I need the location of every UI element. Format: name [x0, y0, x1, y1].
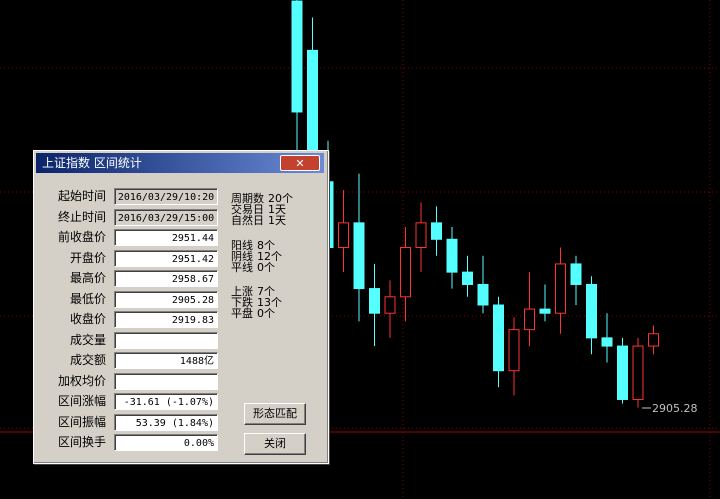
candle — [353, 173, 365, 322]
field-value[interactable]: 2951.42 — [114, 249, 218, 267]
candle-body — [586, 283, 597, 339]
candle-body — [384, 296, 396, 314]
candle-body — [617, 345, 628, 400]
field-label: 区间涨幅 — [57, 394, 106, 408]
candle — [477, 255, 489, 314]
field-value[interactable]: 2905.28 — [114, 290, 218, 308]
candle-body — [415, 222, 427, 249]
candle-body — [524, 308, 535, 331]
candle-body — [369, 288, 380, 314]
candle-body — [446, 238, 458, 273]
candle — [446, 226, 458, 289]
candle — [617, 337, 628, 404]
candle — [648, 325, 659, 355]
field-label: 最低价 — [69, 291, 106, 306]
stat-flat-line: 平线 0个 — [231, 261, 275, 274]
candle — [570, 255, 582, 305]
field-label: 区间换手 — [57, 435, 106, 449]
candle-body — [632, 345, 644, 400]
field-value[interactable]: 2016/03/29/10:20 — [114, 188, 218, 205]
field-label: 起始时间 — [57, 189, 106, 203]
low-price-marker: 2905.28 — [652, 402, 698, 415]
field-value[interactable]: 2919.83 — [114, 311, 218, 328]
candle-body — [431, 222, 442, 240]
pattern-match-button[interactable]: 形态匹配 — [244, 403, 306, 425]
field-value[interactable]: 2958.67 — [114, 270, 218, 287]
candle-body — [555, 263, 566, 314]
candle — [601, 313, 613, 363]
interval-stats-dialog: 上证指数 区间统计 ✕ 起始时间 2016/03/29/10:20 终止时间 2016… — [33, 150, 329, 464]
field-label: 成交量 — [69, 332, 106, 347]
field-value[interactable]: 2951.44 — [114, 229, 218, 246]
close-button[interactable]: 关闭 — [244, 433, 306, 455]
candle-body — [353, 222, 365, 290]
candle — [415, 202, 427, 273]
dialog-title: 上证指数 区间统计 — [42, 156, 142, 170]
candle — [586, 276, 597, 355]
field-value[interactable]: -31.61 (-1.07%) — [114, 393, 218, 410]
field-value[interactable]: 2016/03/29/15:00 — [114, 208, 218, 226]
candle — [524, 272, 535, 347]
candle — [462, 255, 473, 297]
candle — [369, 263, 380, 347]
candle — [431, 206, 442, 256]
dialog-titlebar[interactable]: 上证指数 区间统计 ✕ — [36, 153, 324, 173]
candle-body — [539, 308, 551, 314]
candle — [400, 226, 411, 322]
field-label: 最高价 — [69, 271, 106, 285]
field-label: 成交额 — [69, 353, 106, 367]
candle — [508, 317, 520, 396]
field-label: 区间振幅 — [57, 414, 106, 429]
field-label: 终止时间 — [57, 209, 106, 224]
field-label: 前收盘价 — [57, 230, 106, 244]
close-icon[interactable]: ✕ — [280, 155, 320, 171]
candle-body — [477, 283, 489, 306]
candle-body — [493, 304, 504, 372]
candle-body — [648, 333, 659, 347]
candle-body — [601, 337, 613, 347]
field-value[interactable]: 53.39 (1.84%) — [114, 413, 218, 431]
candle — [493, 296, 504, 388]
field-value[interactable] — [114, 372, 218, 390]
candle-body — [400, 247, 411, 298]
candle-body — [462, 271, 473, 285]
candle — [338, 190, 349, 273]
field-value[interactable]: 1488亿 — [114, 352, 218, 369]
field-label: 加权均价 — [57, 373, 106, 388]
field-label: 收盘价 — [69, 312, 106, 326]
candle-body — [338, 222, 349, 249]
candle — [291, 0, 303, 174]
field-value[interactable] — [114, 331, 218, 349]
candle-body — [570, 263, 582, 285]
stat-natural-days: 自然日 1天 — [231, 214, 286, 227]
stat-flat: 平盘 0个 — [231, 307, 275, 320]
candle-body — [291, 0, 303, 113]
field-value[interactable]: 0.00% — [114, 434, 218, 451]
candle — [555, 247, 566, 334]
candle — [384, 280, 396, 338]
field-label: 开盘价 — [69, 250, 106, 265]
candle — [632, 337, 644, 408]
candles — [291, 0, 659, 408]
candle-body — [508, 329, 520, 372]
